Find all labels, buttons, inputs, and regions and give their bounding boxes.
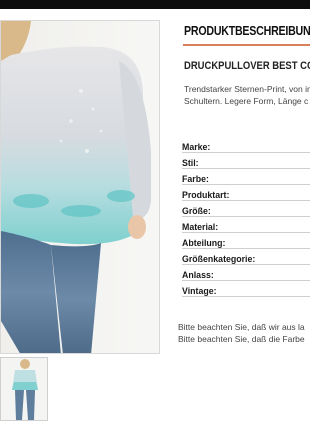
attribute-row-anlass: Anlass: <box>182 270 310 282</box>
title-underline <box>183 44 310 46</box>
attribute-label: Produktart: <box>182 190 232 200</box>
attribute-label: Farbe: <box>182 174 211 184</box>
attribute-value-line <box>182 200 310 201</box>
attribute-row-produktart: Produktart: <box>182 190 310 202</box>
attribute-value-line <box>182 216 310 217</box>
attribute-label: Vintage: <box>182 286 219 296</box>
product-name: DRUCKPULLOVER BEST CON <box>184 60 310 72</box>
attribute-value-line <box>182 168 310 169</box>
attribute-value-line <box>182 280 310 281</box>
attribute-value-line <box>182 152 310 153</box>
description-line: Trendstarker Sternen-Print, von in <box>184 84 310 94</box>
description-line: Schultern. Legere Form, Länge c <box>184 96 309 106</box>
top-bar <box>0 0 310 9</box>
product-thumbnail[interactable] <box>0 357 48 421</box>
attribute-row-groesse: Größe: <box>182 206 310 218</box>
attribute-value-line <box>182 248 310 249</box>
attribute-row-stil: Stil: <box>182 158 310 170</box>
attribute-value-line <box>182 232 310 233</box>
product-description-panel: PRODUKTBESCHREIBUNG DRUCKPULLOVER BEST C… <box>174 20 310 350</box>
attribute-value-line <box>182 264 310 265</box>
attribute-label: Stil: <box>182 158 201 168</box>
attribute-label: Größe: <box>182 206 213 216</box>
product-main-image[interactable] <box>0 20 160 354</box>
attribute-row-farbe: Farbe: <box>182 174 310 186</box>
model-thumbnail-illustration <box>1 358 47 420</box>
attribute-row-groessenkategorie: Größenkategorie: <box>182 254 310 266</box>
attribute-row-marke: Marke: <box>182 142 310 154</box>
note-line: Bitte beachten Sie, daß wir aus la <box>178 322 305 332</box>
attribute-label: Größenkategorie: <box>182 254 258 264</box>
attribute-row-abteilung: Abteilung: <box>182 238 310 250</box>
attribute-label: Material: <box>182 222 221 232</box>
note-line: Bitte beachten Sie, daß die Farbe <box>178 334 305 344</box>
attribute-row-vintage: Vintage: <box>182 286 310 298</box>
model-photo-illustration <box>1 21 159 353</box>
attribute-label: Abteilung: <box>182 238 228 248</box>
attribute-value-line <box>182 184 310 185</box>
attribute-value-line <box>182 296 310 297</box>
attribute-label: Marke: <box>182 142 213 152</box>
attribute-label: Anlass: <box>182 270 216 280</box>
section-title: PRODUKTBESCHREIBUNG <box>184 23 310 38</box>
attribute-row-material: Material: <box>182 222 310 234</box>
